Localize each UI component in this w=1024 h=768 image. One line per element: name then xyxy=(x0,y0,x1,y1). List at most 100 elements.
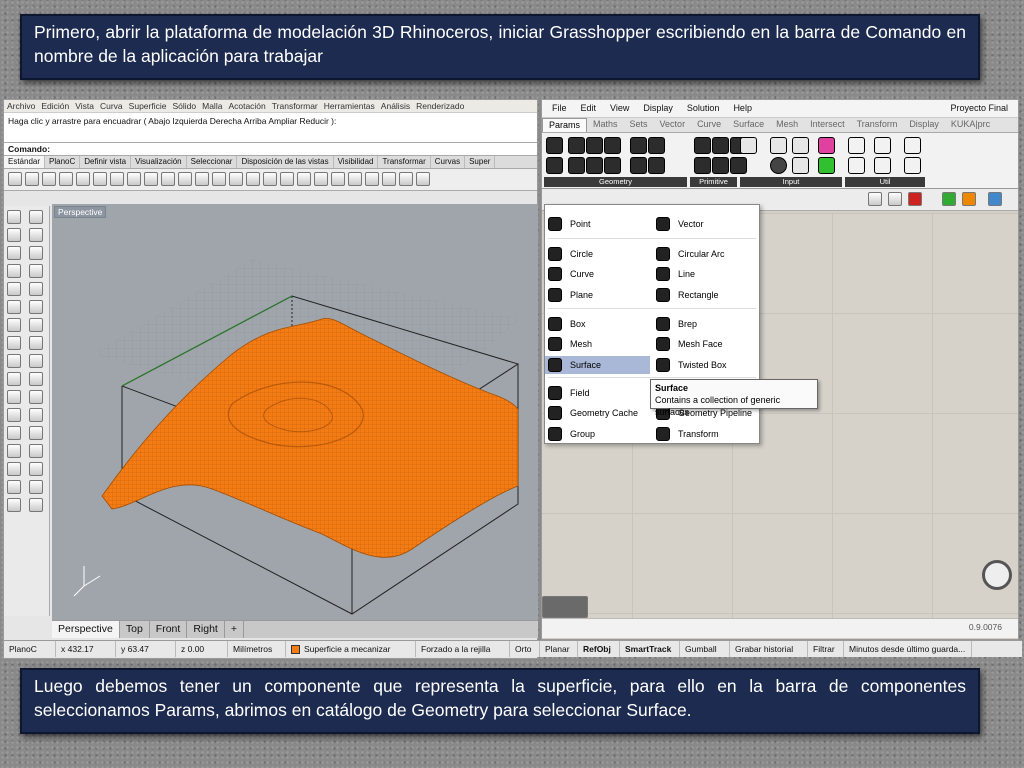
gh-document-preview-icon[interactable] xyxy=(988,192,1002,206)
catalog-item-mesh[interactable]: Mesh xyxy=(545,335,650,353)
named-view-icon[interactable] xyxy=(280,172,294,186)
tab-super[interactable]: Super xyxy=(465,156,496,168)
split-icon[interactable] xyxy=(7,354,21,368)
explode-icon[interactable] xyxy=(28,372,43,386)
rotate-icon[interactable] xyxy=(28,390,43,404)
catalog-item-circle[interactable]: Circle xyxy=(545,245,650,263)
gh-brep-param-icon[interactable] xyxy=(648,137,665,154)
catalog-item-curve[interactable]: Curve xyxy=(545,265,650,283)
viewport-tab-front[interactable]: Front xyxy=(150,621,188,638)
catalog-item-point[interactable]: Point xyxy=(545,215,650,233)
gh-panel-input[interactable]: Input xyxy=(740,177,842,187)
menu-analisis[interactable]: Análisis xyxy=(381,101,410,111)
gh-rectangle-param-icon[interactable] xyxy=(604,157,621,174)
gh-tab-intersect[interactable]: Intersect xyxy=(804,118,851,132)
check-icon[interactable] xyxy=(28,480,43,494)
gh-toggle-icon[interactable] xyxy=(770,137,787,154)
status-gumball[interactable]: Gumball xyxy=(680,641,730,657)
viewport-tab-add[interactable]: + xyxy=(225,621,244,638)
gh-menu-solution[interactable]: Solution xyxy=(687,103,720,114)
zoom-selected-icon[interactable] xyxy=(246,172,260,186)
polygon-icon[interactable] xyxy=(7,282,21,296)
menu-malla[interactable]: Malla xyxy=(202,101,222,111)
gh-tab-params[interactable]: Params xyxy=(542,118,588,132)
group-icon[interactable] xyxy=(28,426,43,440)
surface-icon[interactable] xyxy=(7,300,21,314)
new-file-icon[interactable] xyxy=(8,172,22,186)
ellipse-icon[interactable] xyxy=(28,246,43,260)
dimension-icon[interactable] xyxy=(28,444,43,458)
print-icon[interactable] xyxy=(59,172,73,186)
sphere-shade-icon[interactable] xyxy=(348,172,362,186)
rectangle-icon[interactable] xyxy=(28,264,43,278)
gh-tab-sets[interactable]: Sets xyxy=(624,118,654,132)
gh-tab-surface[interactable]: Surface xyxy=(727,118,770,132)
rotate-view-icon[interactable] xyxy=(178,172,192,186)
tab-visualizacion[interactable]: Visualización xyxy=(131,156,187,168)
command-line[interactable]: Comando: xyxy=(4,143,537,156)
extrude-icon[interactable] xyxy=(28,300,43,314)
catalog-item-brep[interactable]: Brep xyxy=(653,315,758,333)
zoom-window-icon[interactable] xyxy=(212,172,226,186)
gh-preview-icon[interactable] xyxy=(868,192,882,206)
status-history[interactable]: Grabar historial xyxy=(730,641,808,657)
menu-transformar[interactable]: Transformar xyxy=(272,101,318,111)
catalog-item-vector[interactable]: Vector xyxy=(653,215,758,233)
gh-matrix-icon[interactable] xyxy=(818,157,835,174)
trim-icon[interactable] xyxy=(28,354,43,368)
gh-plane-param-icon[interactable] xyxy=(586,157,603,174)
analyze-icon[interactable] xyxy=(7,480,21,494)
move-icon[interactable] xyxy=(7,390,21,404)
circle-icon[interactable] xyxy=(7,246,21,260)
gh-point-param-icon[interactable] xyxy=(546,137,563,154)
block-icon[interactable] xyxy=(7,444,21,458)
catalog-item-box[interactable]: Box xyxy=(545,315,650,333)
catalog-item-line[interactable]: Line xyxy=(653,265,758,283)
copy-icon[interactable] xyxy=(110,172,124,186)
gh-tab-maths[interactable]: Maths xyxy=(587,118,624,132)
gh-relay-arrow-icon[interactable] xyxy=(874,137,891,154)
gh-tab-transform[interactable]: Transform xyxy=(851,118,904,132)
viewport-tab-right[interactable]: Right xyxy=(187,621,225,638)
import-icon[interactable] xyxy=(76,172,90,186)
zoom-extents-icon[interactable] xyxy=(229,172,243,186)
gh-menu-file[interactable]: File xyxy=(552,103,567,114)
gh-tab-kuka[interactable]: KUKA|prc xyxy=(945,118,996,132)
gh-tree-icon[interactable] xyxy=(848,157,865,174)
gh-flask-icon[interactable] xyxy=(904,157,921,174)
catalog-item-plane[interactable]: Plane xyxy=(545,286,650,304)
gh-tab-display[interactable]: Display xyxy=(903,118,945,132)
status-planar[interactable]: Planar xyxy=(540,641,578,657)
gh-number-icon[interactable] xyxy=(694,157,711,174)
gh-panel-primitive[interactable]: Primitive xyxy=(690,177,737,187)
tab-disposicion[interactable]: Disposición de las vistas xyxy=(237,156,334,168)
perspective-viewport[interactable]: Perspective xyxy=(52,204,538,620)
curve-icon[interactable] xyxy=(28,228,43,242)
catalog-item-group[interactable]: Group xyxy=(545,425,650,443)
menu-solido[interactable]: Sólido xyxy=(172,101,196,111)
status-layer[interactable]: Superficie a mecanizar xyxy=(286,641,416,657)
gh-button-icon[interactable] xyxy=(770,157,787,174)
catalog-item-field[interactable]: Field xyxy=(545,384,650,402)
scale-icon[interactable] xyxy=(28,408,43,422)
gh-data-path-icon[interactable] xyxy=(712,157,729,174)
gh-cherry-icon[interactable] xyxy=(848,137,865,154)
catalog-item-rectangle[interactable]: Rectangle xyxy=(653,286,758,304)
pan-hand-icon[interactable] xyxy=(161,172,175,186)
gh-tab-curve[interactable]: Curve xyxy=(691,118,727,132)
catalog-item-circular-arc[interactable]: Circular Arc xyxy=(653,245,758,263)
tab-transformar[interactable]: Transformar xyxy=(378,156,431,168)
gh-mesh-param-icon[interactable] xyxy=(630,157,647,174)
viewport-tab-perspective[interactable]: Perspective xyxy=(52,621,120,638)
gh-color-wheel-icon[interactable] xyxy=(904,137,921,154)
status-cplane[interactable]: PlanoC xyxy=(4,641,56,657)
catalog-item-surface[interactable]: Surface xyxy=(545,356,650,374)
catalog-item-twisted-box[interactable]: Twisted Box xyxy=(653,356,758,374)
gh-line-param-icon[interactable] xyxy=(568,157,585,174)
light-bulb-icon[interactable] xyxy=(365,172,379,186)
render-icon[interactable] xyxy=(399,172,413,186)
zoom-icon[interactable] xyxy=(195,172,209,186)
box-icon[interactable] xyxy=(7,318,21,332)
cplane-icon[interactable] xyxy=(314,172,328,186)
undo-view-icon[interactable] xyxy=(263,172,277,186)
